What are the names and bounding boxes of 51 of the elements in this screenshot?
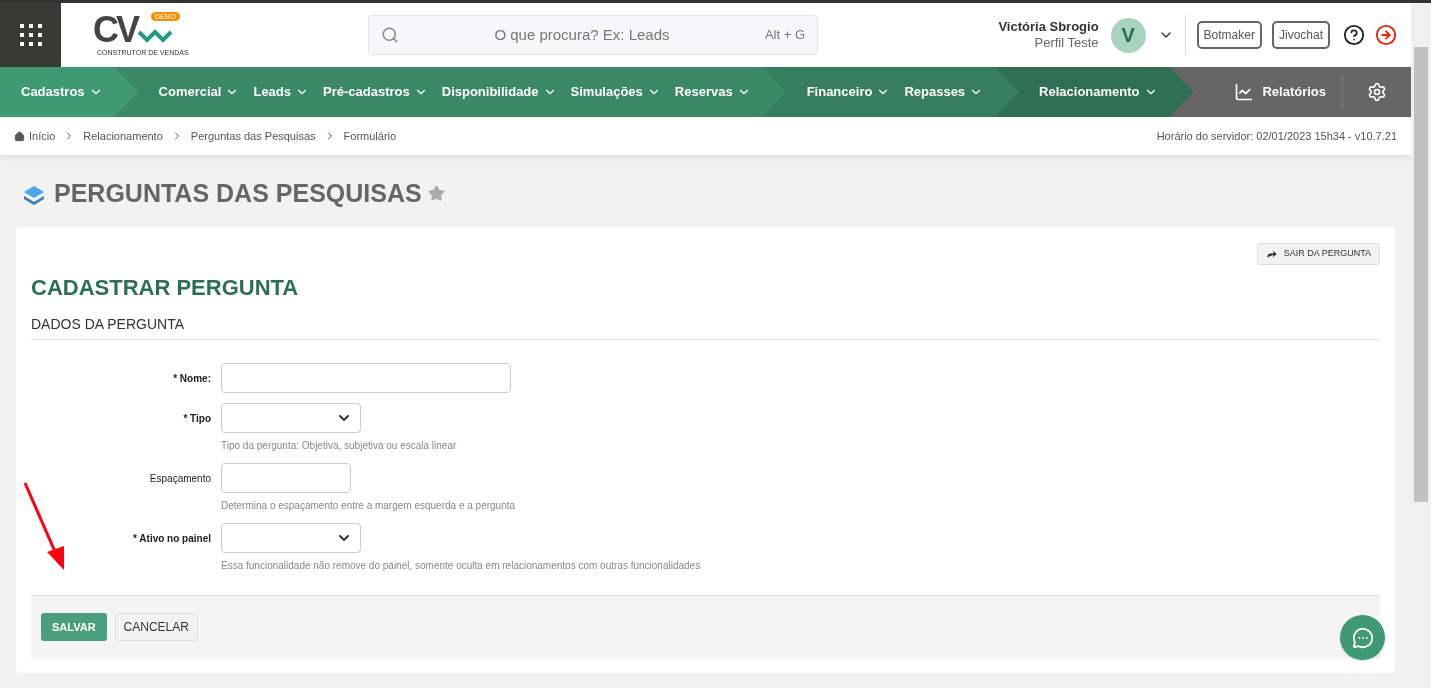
select-field[interactable]: [221, 402, 361, 433]
field-label: * Tipo: [182, 411, 211, 426]
nav-menu-item[interactable]: Simulações: [570, 82, 661, 102]
integration-button[interactable]: Jivochat: [1271, 21, 1330, 49]
number-field[interactable]: [221, 462, 351, 493]
field-hint: Essa funcionalidade não remove do painel, somente oculta em relacionamentos com outras funcionalidades: [221, 558, 701, 573]
server-time: Horário do servidor: 02/01/2023 15h34 - v10.7.21: [1156, 128, 1397, 144]
apps-menu-button[interactable]: [0, 3, 61, 67]
text-field[interactable]: [221, 362, 511, 393]
field-label: Espaçamento: [148, 471, 211, 486]
nav-menu-item[interactable]: Financeiro: [806, 82, 891, 102]
search-icon: [381, 26, 399, 44]
search-field[interactable]: O que procura? Ex: Leads Alt + G: [368, 15, 818, 55]
reports-link[interactable]: Relatórios: [1218, 82, 1342, 102]
field-hint: Determina o espaçamento entre a margem esquerda e a pergunta: [221, 498, 516, 513]
star-icon[interactable]: [427, 185, 445, 203]
page-title: PERGUNTAS DAS PESQUISAS: [54, 178, 422, 209]
select-field[interactable]: [221, 522, 361, 553]
breadcrumb-link[interactable]: Perguntas das Pesquisas: [190, 127, 316, 145]
cancel-button[interactable]: CANCELAR: [114, 613, 198, 641]
breadcrumb-link[interactable]: Relacionamento: [83, 127, 163, 145]
search-input[interactable]: O que procura? Ex: Leads: [399, 23, 765, 47]
section-title: DADOS DA PERGUNTA: [31, 313, 1380, 340]
breadcrumb-link[interactable]: Formulário: [343, 127, 397, 145]
save-button[interactable]: SALVAR: [41, 613, 107, 641]
nav-menu-item[interactable]: Reservas: [674, 82, 751, 102]
integration-button[interactable]: Botmaker: [1196, 21, 1262, 49]
field-hint: Tipo da pergunta: Objetiva, subjetiva ou escala linear: [221, 438, 457, 453]
nav-menu-item[interactable]: Cadastros: [21, 82, 103, 102]
nav-menu-item[interactable]: Pré-cadastros: [323, 82, 428, 102]
line-chart-icon: [1234, 82, 1255, 102]
user-profile: Perfil Teste: [1034, 35, 1099, 51]
nav-menu-item[interactable]: Disponibilidade: [441, 82, 557, 102]
form-title: CADASTRAR PERGUNTA: [31, 273, 300, 302]
logout-icon[interactable]: [1375, 24, 1397, 46]
field-label: * Nome:: [172, 371, 211, 386]
nav-menu-item[interactable]: Leads: [253, 82, 310, 102]
grid-icon: [18, 23, 43, 47]
nav-menu-item[interactable]: Repasses: [904, 82, 984, 102]
user-name: Victória Sbrogio: [998, 19, 1099, 35]
breadcrumb-link[interactable]: Início: [29, 127, 56, 145]
exit-button[interactable]: SAIR DA PERGUNTA: [1256, 242, 1380, 265]
chat-icon: [1351, 626, 1374, 649]
field-label: * Ativo no painel: [132, 531, 211, 546]
nav-menu-item[interactable]: Relacionamento: [1039, 82, 1158, 102]
user-avatar: V: [1110, 17, 1146, 53]
nav-menu-item[interactable]: Comercial: [158, 82, 240, 102]
settings-icon[interactable]: [1367, 82, 1387, 102]
help-icon[interactable]: [1343, 24, 1365, 46]
home-icon: [14, 130, 25, 142]
shortcut-hint: Alt + G: [764, 26, 805, 45]
